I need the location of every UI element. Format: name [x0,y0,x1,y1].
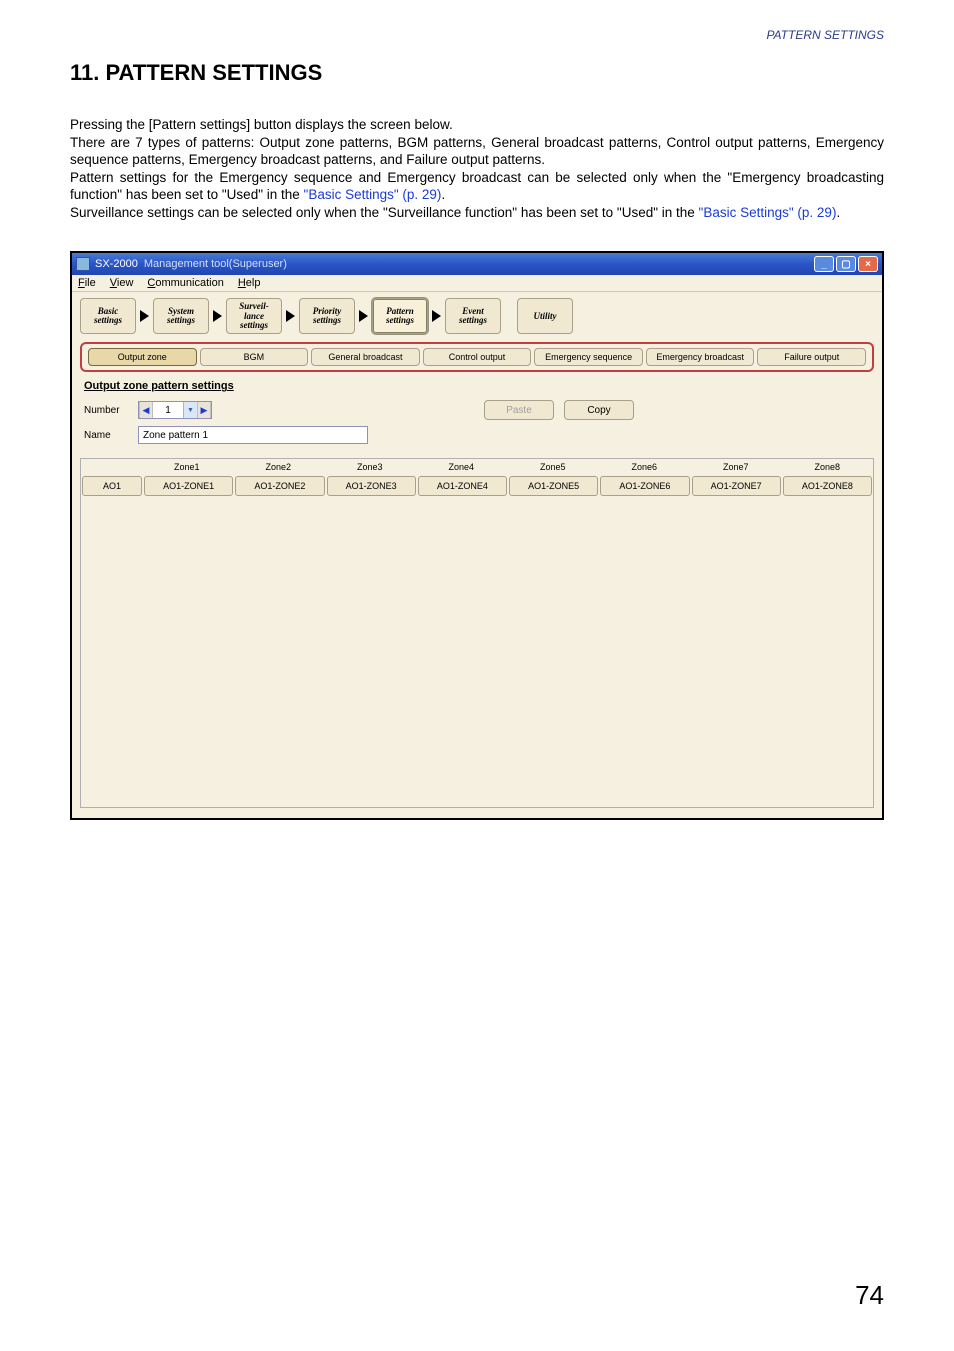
spinner-dropdown-icon[interactable]: ▼ [183,402,197,418]
tab-row: Output zone BGM General broadcast Contro… [88,348,866,366]
zone-cell[interactable]: AO1-ZONE7 [692,476,781,496]
p3b: . [441,187,445,202]
number-spinner[interactable]: ◀ 1 ▼ ▶ [138,401,212,419]
title-suffix: Management tool(Superuser) [144,258,287,270]
zone-header: Zone3 [324,459,416,475]
section-number: 11. [70,60,99,85]
zone-cell[interactable]: AO1-ZONE6 [600,476,689,496]
wizard-pattern-settings[interactable]: Pattern settings [372,298,428,334]
menu-file[interactable]: File [78,277,96,289]
menu-help[interactable]: Help [238,277,261,289]
menu-communication[interactable]: Communication [147,277,223,289]
wizard-priority-settings[interactable]: Priority settings [299,298,355,334]
section-title: 11. PATTERN SETTINGS [70,60,954,86]
wizard-row: Basic settings System settings Surveil- … [80,298,874,334]
paragraph-3: Pattern settings for the Emergency seque… [70,169,884,204]
spinner-left-icon[interactable]: ◀ [139,402,153,418]
zone-cell[interactable]: AO1-ZONE4 [418,476,507,496]
copy-button[interactable]: Copy [564,400,634,420]
paste-button[interactable]: Paste [484,400,554,420]
chevron-right-icon [359,310,368,322]
close-button[interactable]: × [858,256,878,272]
zone-header-row: Zone1 Zone2 Zone3 Zone4 Zone5 Zone6 Zone… [81,459,873,475]
tab-general-broadcast[interactable]: General broadcast [311,348,420,366]
zone-cell[interactable]: AO1-ZONE3 [327,476,416,496]
paragraph-4: Surveillance settings can be selected on… [70,204,884,222]
tab-emergency-broadcast[interactable]: Emergency broadcast [646,348,755,366]
row-number: Number ◀ 1 ▼ ▶ Paste Copy [80,400,874,420]
menubar: File View Communication Help [72,275,882,292]
maximize-button[interactable]: ▢ [836,256,856,272]
body-text: Pressing the [Pattern settings] button d… [70,116,884,221]
tab-emergency-sequence[interactable]: Emergency sequence [534,348,643,366]
chevron-right-icon [213,310,222,322]
zone-cell[interactable]: AO1-ZONE8 [783,476,872,496]
zone-cell[interactable]: AO1-ZONE5 [509,476,598,496]
zone-header: Zone2 [233,459,325,475]
app-icon [76,257,90,271]
chevron-right-icon [140,310,149,322]
title-product: SX-2000 [95,258,138,270]
titlebar: SX-2000 Management tool(Superuser) _ ▢ × [72,253,882,275]
zone-header: Zone8 [782,459,874,475]
tab-failure-output[interactable]: Failure output [757,348,866,366]
wizard-basic-settings[interactable]: Basic settings [80,298,136,334]
link-basic-settings-2[interactable]: "Basic Settings" (p. 29) [699,205,837,220]
wizard-system-settings[interactable]: System settings [153,298,209,334]
section-title-text: PATTERN SETTINGS [106,60,323,85]
wizard-event-settings[interactable]: Event settings [445,298,501,334]
minimize-button[interactable]: _ [814,256,834,272]
zone-header: Zone4 [416,459,508,475]
p4a: Surveillance settings can be selected on… [70,205,699,220]
zone-cell[interactable]: AO1-ZONE2 [235,476,324,496]
page-number: 74 [855,1280,884,1311]
link-basic-settings-1[interactable]: "Basic Settings" (p. 29) [304,187,442,202]
tab-row-highlight: Output zone BGM General broadcast Contro… [80,342,874,372]
zone-header: Zone5 [507,459,599,475]
running-header: PATTERN SETTINGS [0,0,954,42]
tab-output-zone[interactable]: Output zone [88,348,197,366]
chevron-right-icon [432,310,441,322]
app-screenshot: SX-2000 Management tool(Superuser) _ ▢ ×… [70,251,884,820]
p3a: Pattern settings for the Emergency seque… [70,170,884,203]
paragraph-2: There are 7 types of patterns: Output zo… [70,134,884,169]
panel-heading: Output zone pattern settings [84,380,874,392]
menu-view[interactable]: View [110,277,134,289]
zone-header: Zone1 [141,459,233,475]
name-input[interactable] [138,426,368,444]
spinner-value: 1 [153,405,183,416]
paragraph-1: Pressing the [Pattern settings] button d… [70,116,884,134]
blank-area [81,497,873,807]
zone-row-label[interactable]: AO1 [82,476,142,496]
tab-control-output[interactable]: Control output [423,348,532,366]
zone-header: Zone7 [690,459,782,475]
window-controls: _ ▢ × [814,256,878,272]
label-number: Number [84,405,128,416]
zone-table: Zone1 Zone2 Zone3 Zone4 Zone5 Zone6 Zone… [80,458,874,808]
chevron-right-icon [286,310,295,322]
p4b: . [836,205,840,220]
zone-data-row: AO1 AO1-ZONE1 AO1-ZONE2 AO1-ZONE3 AO1-ZO… [81,475,873,497]
spinner-right-icon[interactable]: ▶ [197,402,211,418]
app-content: Basic settings System settings Surveil- … [72,292,882,818]
row-name: Name [80,426,874,444]
wizard-utility[interactable]: Utility [517,298,573,334]
label-name: Name [84,430,128,441]
tab-bgm[interactable]: BGM [200,348,309,366]
zone-header: Zone6 [599,459,691,475]
zone-cell[interactable]: AO1-ZONE1 [144,476,233,496]
zone-corner [81,459,141,475]
wizard-surveillance-settings[interactable]: Surveil- lance settings [226,298,282,334]
